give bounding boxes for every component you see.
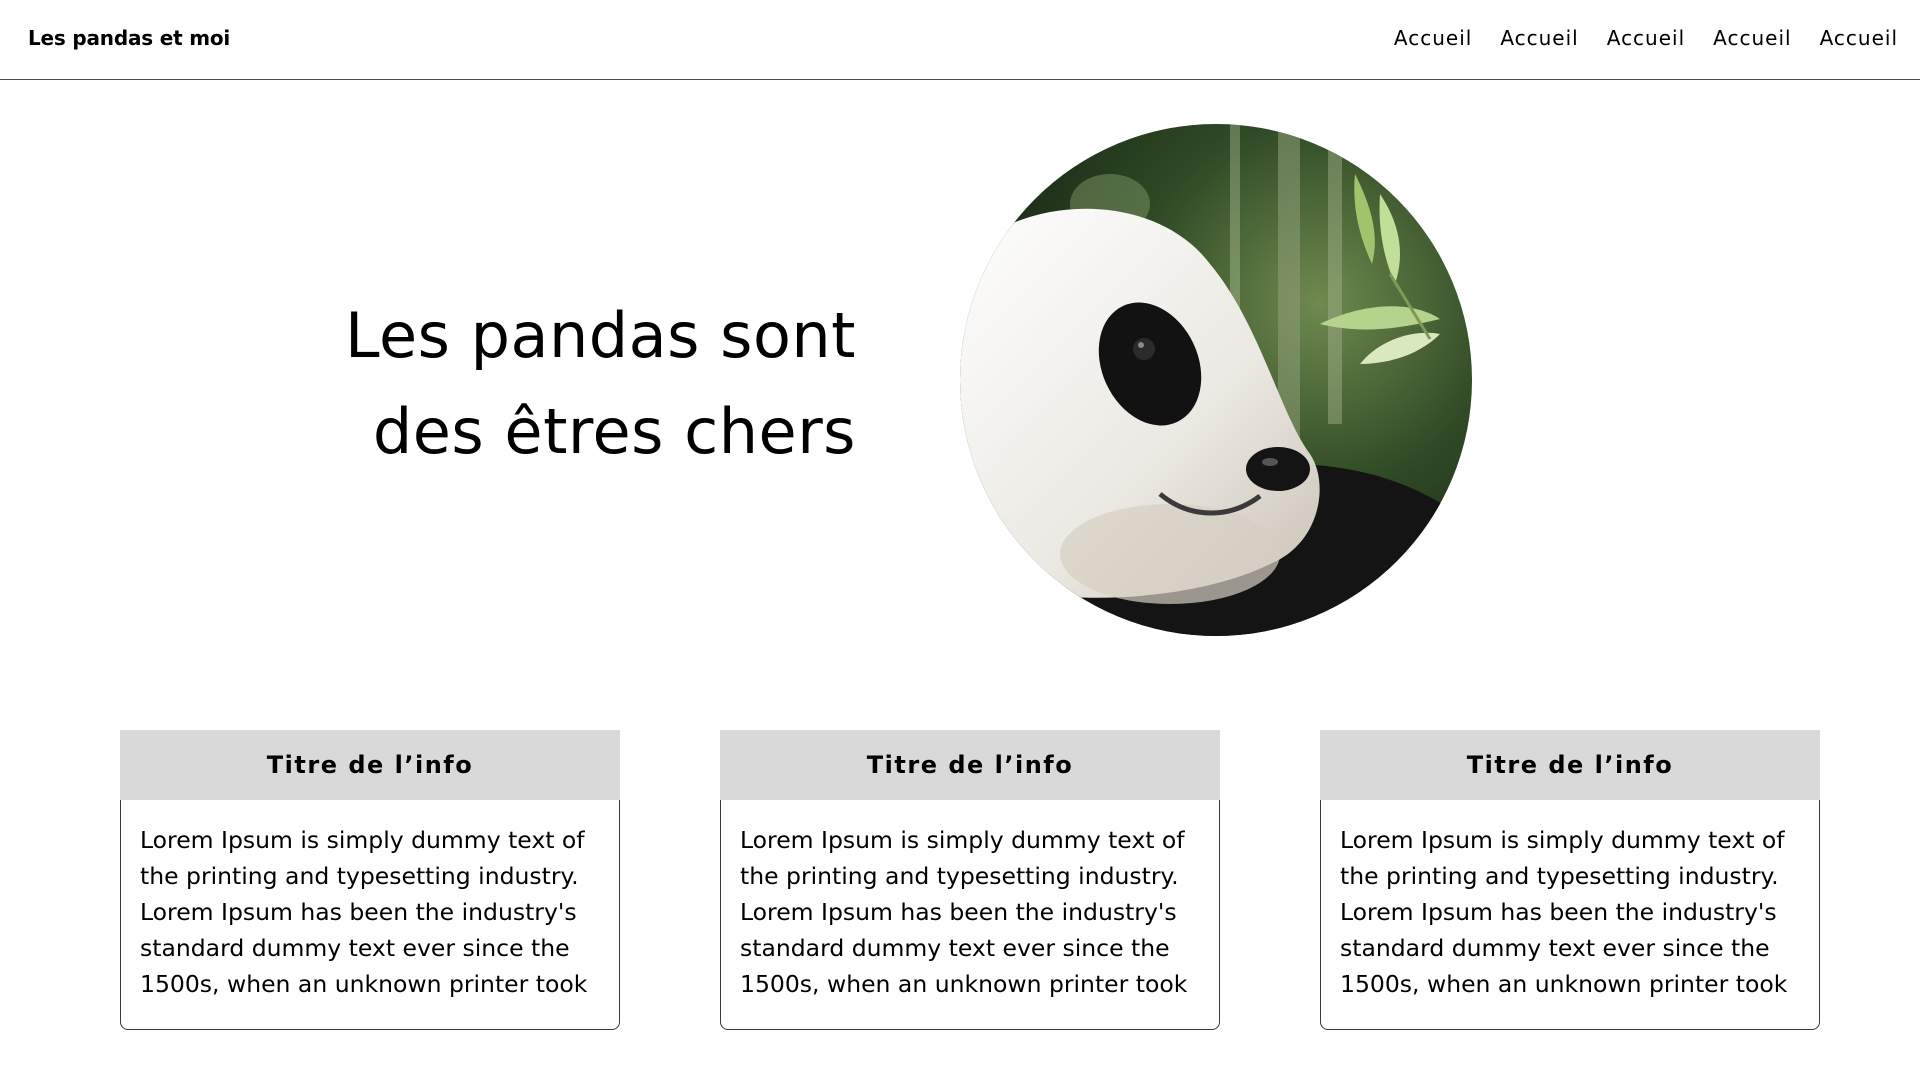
nav-link-accueil-4[interactable]: Accueil (1713, 26, 1791, 50)
info-card-1: Titre de l’info Lorem Ipsum is simply du… (120, 730, 620, 1030)
panda-photo-illustration (960, 124, 1472, 636)
panda-photo (960, 124, 1472, 636)
nav-link-accueil-2[interactable]: Accueil (1500, 26, 1578, 50)
info-card-3: Titre de l’info Lorem Ipsum is simply du… (1320, 730, 1820, 1030)
info-card-2: Titre de l’info Lorem Ipsum is simply du… (720, 730, 1220, 1030)
info-card-text: Lorem Ipsum is simply dummy text of the … (120, 800, 620, 1030)
info-card-title: Titre de l’info (720, 730, 1220, 800)
page: Les pandas et moi Accueil Accueil Accuei… (0, 0, 1920, 1080)
hero-title-line-2: des êtres chers (372, 395, 856, 468)
hero-title-line-1: Les pandas sont (345, 299, 856, 372)
info-card-text: Lorem Ipsum is simply dummy text of the … (720, 800, 1220, 1030)
nav-link-accueil-1[interactable]: Accueil (1394, 26, 1472, 50)
site-brand[interactable]: Les pandas et moi (28, 26, 230, 50)
nav-link-accueil-3[interactable]: Accueil (1607, 26, 1685, 50)
main-nav: Accueil Accueil Accueil Accueil Accueil (1394, 26, 1898, 50)
hero-title: Les pandas sont des êtres chers (216, 288, 856, 480)
info-card-text: Lorem Ipsum is simply dummy text of the … (1320, 800, 1820, 1030)
nav-link-accueil-5[interactable]: Accueil (1820, 26, 1898, 50)
info-card-title: Titre de l’info (120, 730, 620, 800)
top-navigation-bar: Les pandas et moi Accueil Accueil Accuei… (0, 0, 1920, 80)
info-card-title: Titre de l’info (1320, 730, 1820, 800)
